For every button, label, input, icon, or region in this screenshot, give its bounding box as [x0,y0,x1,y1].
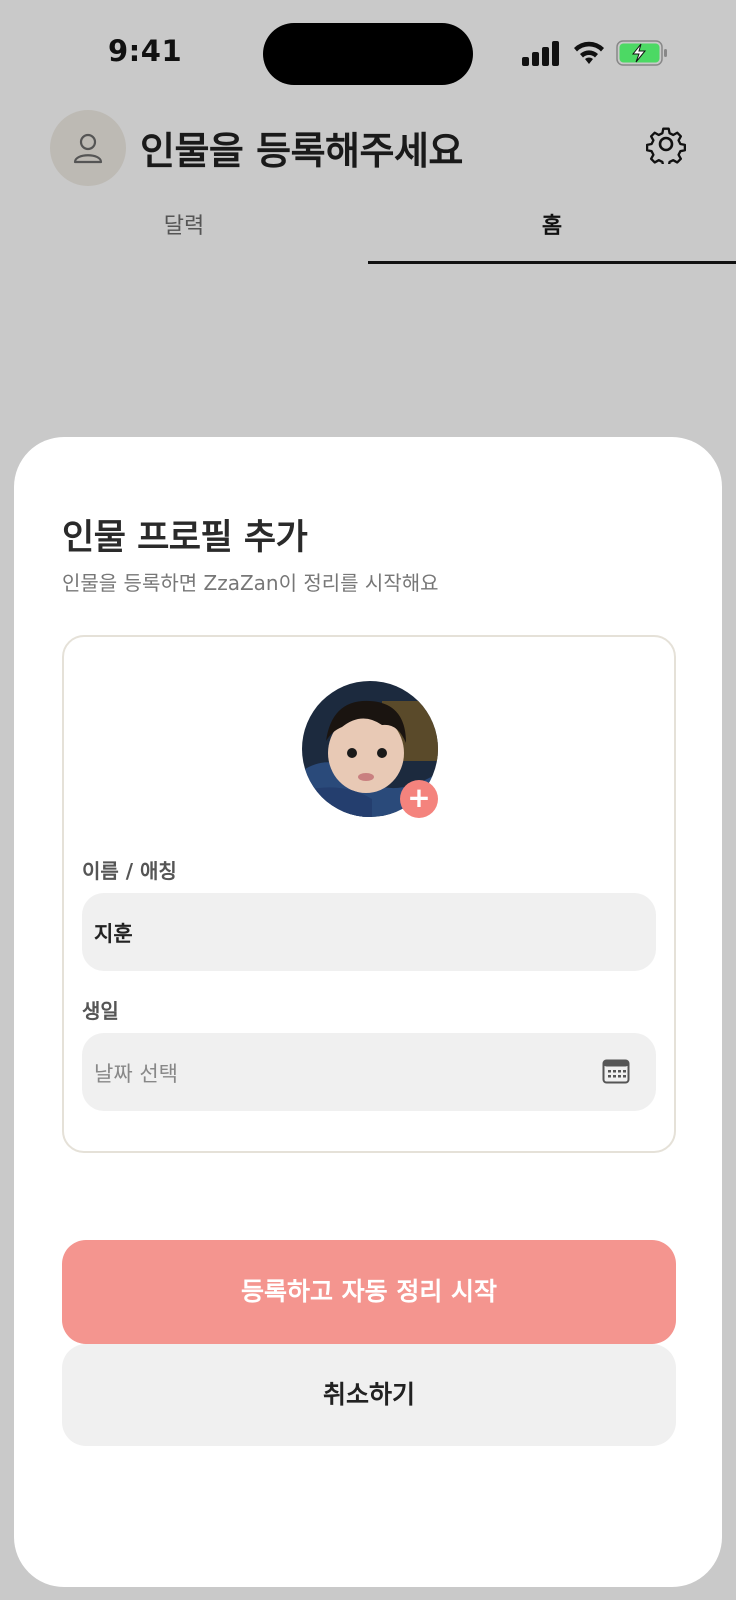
birthday-date-picker[interactable]: 날짜 선택 [82,1033,656,1111]
tab-calendar[interactable]: 달력 [0,208,368,240]
add-profile-sheet: 인물 프로필 추가 인물을 등록하면 ZzaZan이 정리를 시작해요 + 이름… [14,437,722,1587]
birthday-field-label: 생일 [82,999,119,1023]
birthday-placeholder: 날짜 선택 [94,1062,178,1086]
status-bar: 9:41 [0,0,736,100]
name-field-label: 이름 / 애칭 [82,859,177,883]
tab-selected-indicator [368,261,736,264]
name-input-value: 지훈 [94,922,133,946]
page-title: 인물을 등록해주세요 [140,129,463,173]
sheet-subtitle: 인물을 등록하면 ZzaZan이 정리를 시작해요 [62,571,439,595]
profile-form-card: + 이름 / 애칭 지훈 생일 날짜 선택 [62,635,676,1153]
dynamic-island [263,23,473,85]
status-time: 9:41 [108,34,183,68]
person-icon [73,133,103,164]
cellular-signal-icon [522,40,560,66]
sheet-title: 인물 프로필 추가 [62,518,308,558]
register-and-start-button[interactable]: 등록하고 자동 정리 시작 [62,1240,676,1344]
profile-avatar-button[interactable] [50,110,126,186]
wifi-icon [574,41,604,64]
name-input[interactable]: 지훈 [82,893,656,971]
tab-home[interactable]: 홈 [368,208,736,240]
add-photo-button[interactable]: + [400,780,438,818]
calendar-icon[interactable] [602,1058,630,1084]
battery-charging-icon [616,40,667,66]
cancel-button[interactable]: 취소하기 [62,1344,676,1446]
gear-icon[interactable] [646,124,686,164]
